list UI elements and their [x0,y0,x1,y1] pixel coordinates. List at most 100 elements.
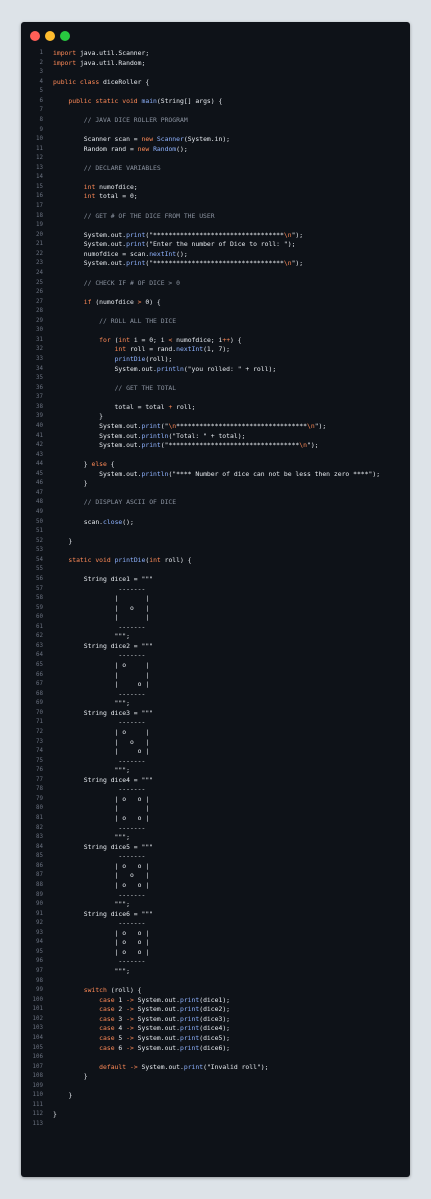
code-line: 27 if (numofdice > 0) { [21,298,410,308]
code-line: 65 | o | [21,661,410,671]
code-text: | o | [53,604,150,614]
line-number: 85 [36,853,43,860]
code-token: numofdice; [95,182,138,191]
code-line: 20 System.out.print("*******************… [21,231,410,241]
code-token: ********************************** [176,421,307,430]
code-line: 95 | o o | [21,948,410,958]
line-number: 77 [36,776,43,783]
close-button[interactable] [30,31,40,41]
code-text: String dice5 = """ [53,843,153,853]
code-text: printDie(roll); [53,355,173,365]
code-line: 38 total = total + roll; [21,403,410,413]
code-line: 104 case 5 -> System.out.print(dice5); [21,1034,410,1044]
code-line: 57 ------- [21,585,410,595]
line-number: 60 [36,614,43,621]
code-text: // DECLARE VARIABLES [53,164,161,174]
code-token: close [103,517,123,526]
code-text: // ROLL ALL THE DICE [53,317,176,327]
code-text: } [53,1072,88,1082]
minimize-button[interactable] [45,31,55,41]
code-line: 103 case 4 -> System.out.print(dice4); [21,1024,410,1034]
code-token: new [137,144,150,153]
code-text: } [53,1091,72,1101]
maximize-button[interactable] [60,31,70,41]
code-token: print [183,1062,204,1071]
line-number: 96 [36,958,43,965]
code-token: """; [53,967,130,975]
line-number: 72 [36,728,43,735]
code-token: scan. [53,517,104,526]
line-number: 26 [36,289,43,296]
line-number: 35 [36,375,43,382]
code-token: | o | [53,747,150,756]
line-number: 31 [36,336,43,343]
code-line: 92 ------- [21,919,410,929]
code-line: 10 Scanner scan = new Scanner(System.in)… [21,135,410,145]
code-token: for [99,335,111,344]
code-line: 35 [21,374,410,384]
code-token: total = 0; [95,192,138,201]
code-token: ("**** Number of dice can not be less th… [168,469,381,478]
code-line: 71 ------- [21,718,410,728]
code-line: 33 printDie(roll); [21,355,410,365]
code-token: System.out. [137,1062,184,1071]
code-line: 98 [21,977,410,987]
code-line: 45 System.out.println("**** Number of di… [21,470,410,480]
code-line: 15 int numofdice; [21,183,410,193]
code-text: | o | [53,747,150,757]
code-line: 22 numofdice = scan.nextInt(); [21,250,410,260]
code-line: 41 System.out.println("Total: " + total)… [21,432,410,442]
line-number: 46 [36,480,43,487]
code-token: diceRoller { [99,77,150,86]
code-token: } [53,412,104,421]
line-number: 73 [36,738,43,745]
code-text: | o | [53,871,150,881]
code-text: ------- [53,651,145,661]
code-text: case 1 -> System.out.print(dice1); [53,996,230,1006]
code-line: 91 String dice6 = """ [21,910,410,920]
code-line: 87 | o | [21,871,410,881]
code-token: ------- [53,651,146,660]
line-number: 24 [36,269,43,276]
code-line: 4 public class diceRoller { [21,78,410,88]
code-token: System.out. [53,259,127,268]
code-text: for (int i = 0; i < numofdice; i++) { [53,335,241,346]
code-line: 29 // ROLL ALL THE DICE [21,317,410,327]
code-line: 101 case 2 -> System.out.print(dice2); [21,1005,410,1015]
code-text: } else { [53,460,115,470]
code-line: 61 ------- [21,623,410,633]
code-token: -> [126,1014,134,1023]
code-line: 14 [21,173,410,183]
line-number: 83 [36,834,43,841]
code-line: 97 """; [21,967,410,977]
line-number: 70 [36,709,43,716]
code-text: | | [53,804,150,814]
code-token: \n [283,259,292,268]
code-text: // JAVA DICE ROLLER PROGRAM [53,116,188,126]
line-number: 18 [36,212,43,219]
code-text: int roll = rand.nextInt(1, 7); [53,345,230,355]
code-editor: 1 import java.util.Scanner; 2 import java.u… [21,49,410,1130]
code-line: 40 System.out.print("\n*****************… [21,422,410,432]
line-number: 43 [36,451,43,458]
line-number: 34 [36,365,43,372]
code-token: main [141,96,157,105]
code-token: 5 [114,1033,127,1042]
code-token: new [141,135,154,144]
line-number: 11 [36,145,43,152]
code-line: 16 int total = 0; [21,192,410,202]
code-text: if (numofdice > 0) { [53,298,161,308]
line-number: 95 [36,948,43,955]
line-number: 10 [36,136,43,143]
code-token: 3 [114,1014,127,1023]
code-token: Random [153,144,177,153]
code-token: } [53,1110,57,1119]
code-line: 6 public static void main(String[] args)… [21,97,410,107]
code-token: switch [83,986,107,995]
code-token: System.out. [53,421,142,430]
code-text: | o o | [53,814,150,824]
code-token: // GET # OF THE DICE FROM THE USER [83,211,215,220]
line-number: 80 [36,805,43,812]
